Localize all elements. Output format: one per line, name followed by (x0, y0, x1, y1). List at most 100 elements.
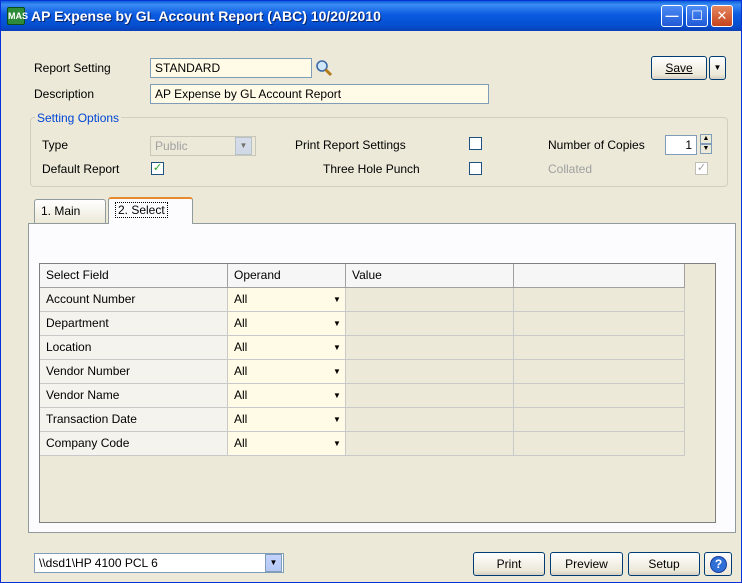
description-field[interactable]: AP Expense by GL Account Report (150, 84, 489, 104)
empty-cell (514, 336, 685, 360)
save-dropdown-button[interactable]: ▼ (709, 56, 726, 80)
select-field-cell[interactable]: Account Number (40, 288, 228, 312)
table-row: Transaction Date All ▼ (40, 408, 685, 432)
setup-button-label: Setup (648, 557, 680, 571)
select-field-cell[interactable]: Vendor Number (40, 360, 228, 384)
print-button[interactable]: Print (473, 552, 545, 576)
number-of-copies-label: Number of Copies (548, 138, 645, 152)
operand-value: All (234, 436, 248, 450)
operand-cell[interactable]: All ▼ (228, 408, 346, 432)
operand-cell[interactable]: All ▼ (228, 312, 346, 336)
operand-cell[interactable]: All ▼ (228, 360, 346, 384)
report-window: MAS AP Expense by GL Account Report (ABC… (0, 0, 742, 583)
table-row: Company Code All ▼ (40, 432, 685, 456)
spin-down-icon[interactable]: ▼ (700, 144, 712, 154)
select-field-cell[interactable]: Location (40, 336, 228, 360)
print-button-label: Print (496, 557, 522, 571)
table-row: Vendor Number All ▼ (40, 360, 685, 384)
value-cell[interactable] (346, 288, 514, 312)
chevron-down-icon[interactable]: ▼ (329, 291, 345, 308)
setting-options-title: Setting Options (35, 111, 122, 125)
close-icon[interactable]: ✕ (711, 5, 733, 27)
spin-up-icon[interactable]: ▲ (700, 134, 712, 144)
search-icon[interactable] (315, 59, 333, 77)
title-bar[interactable]: MAS AP Expense by GL Account Report (ABC… (1, 1, 741, 31)
column-header-select-field[interactable]: Select Field (40, 264, 228, 288)
operand-cell[interactable]: All ▼ (228, 288, 346, 312)
table-row: Account Number All ▼ (40, 288, 685, 312)
chevron-down-icon[interactable]: ▼ (235, 137, 252, 155)
chevron-down-icon[interactable]: ▼ (329, 387, 345, 404)
empty-cell (514, 312, 685, 336)
report-setting-field[interactable]: STANDARD (150, 58, 312, 78)
value-cell[interactable] (346, 408, 514, 432)
table-row: Department All ▼ (40, 312, 685, 336)
tab-main[interactable]: 1. Main (34, 199, 106, 223)
empty-cell (514, 432, 685, 456)
empty-cell (514, 360, 685, 384)
save-button[interactable]: Save (651, 56, 707, 80)
value-cell[interactable] (346, 312, 514, 336)
column-header-operand[interactable]: Operand (228, 264, 346, 288)
number-of-copies-field[interactable]: 1 (665, 135, 697, 155)
tab-select[interactable]: 2. Select (108, 197, 193, 224)
selection-grid: Select Field Operand Value Account Numbe… (39, 263, 716, 523)
report-setting-label: Report Setting (34, 61, 111, 75)
collated-checkbox[interactable]: ✓ (695, 162, 708, 175)
column-header-value[interactable]: Value (346, 264, 514, 288)
tab-main-label: 1. Main (41, 204, 81, 218)
operand-value: All (234, 364, 248, 378)
printer-value: \\dsd1\HP 4100 PCL 6 (39, 556, 158, 570)
operand-value: All (234, 292, 248, 306)
minimize-icon[interactable]: — (661, 5, 683, 27)
operand-value: All (234, 340, 248, 354)
default-report-label: Default Report (42, 162, 120, 176)
type-label: Type (42, 138, 69, 152)
select-field-cell[interactable]: Vendor Name (40, 384, 228, 408)
maximize-icon[interactable]: ☐ (686, 5, 708, 27)
print-report-settings-label: Print Report Settings (295, 138, 406, 152)
description-label: Description (34, 87, 95, 101)
type-value: Public (155, 139, 188, 153)
value-cell[interactable] (346, 432, 514, 456)
empty-cell (514, 408, 685, 432)
select-field-cell[interactable]: Transaction Date (40, 408, 228, 432)
preview-button-label: Preview (565, 557, 608, 571)
column-header-empty (514, 264, 685, 288)
three-hole-punch-checkbox[interactable] (469, 162, 482, 175)
default-report-checkbox[interactable]: ✓ (151, 162, 164, 175)
table-row: Location All ▼ (40, 336, 685, 360)
operand-cell[interactable]: All ▼ (228, 432, 346, 456)
chevron-down-icon[interactable]: ▼ (329, 363, 345, 380)
three-hole-punch-label: Three Hole Punch (323, 162, 420, 176)
value-cell[interactable] (346, 336, 514, 360)
collated-label: Collated (548, 162, 593, 176)
empty-cell (514, 384, 685, 408)
operand-cell[interactable]: All ▼ (228, 384, 346, 408)
app-icon: MAS (7, 7, 28, 25)
help-icon: ? (710, 556, 727, 573)
print-report-settings-checkbox[interactable] (469, 137, 482, 150)
preview-button[interactable]: Preview (550, 552, 623, 576)
setup-button[interactable]: Setup (628, 552, 700, 576)
chevron-down-icon[interactable]: ▼ (329, 411, 345, 428)
empty-cell (514, 288, 685, 312)
setting-options-group (30, 117, 728, 187)
value-cell[interactable] (346, 360, 514, 384)
operand-cell[interactable]: All ▼ (228, 336, 346, 360)
printer-select[interactable]: \\dsd1\HP 4100 PCL 6 (34, 553, 284, 573)
operand-value: All (234, 388, 248, 402)
printer-chevron-down-icon[interactable]: ▼ (265, 554, 282, 572)
tab-select-label: 2. Select (115, 202, 168, 218)
chevron-down-icon[interactable]: ▼ (329, 435, 345, 452)
chevron-down-icon[interactable]: ▼ (329, 315, 345, 332)
select-field-cell[interactable]: Company Code (40, 432, 228, 456)
select-field-cell[interactable]: Department (40, 312, 228, 336)
chevron-down-icon[interactable]: ▼ (329, 339, 345, 356)
table-row: Vendor Name All ▼ (40, 384, 685, 408)
help-button[interactable]: ? (704, 552, 732, 576)
value-cell[interactable] (346, 384, 514, 408)
grid-header-row: Select Field Operand Value (40, 264, 685, 288)
operand-value: All (234, 412, 248, 426)
window-title: AP Expense by GL Account Report (ABC) 10… (31, 8, 381, 24)
